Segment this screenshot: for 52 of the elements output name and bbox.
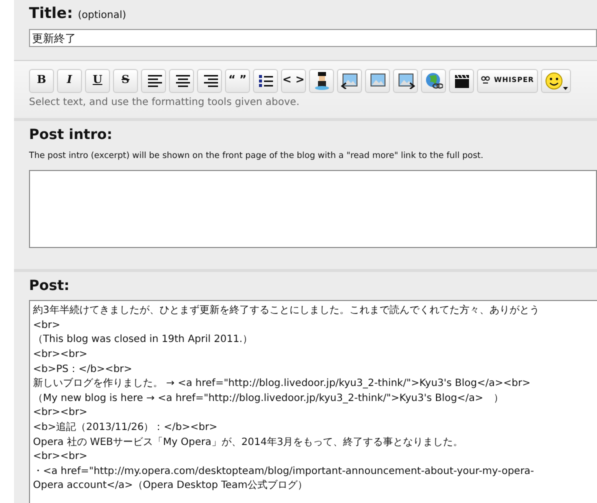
face-icon: [481, 76, 490, 85]
toolbar-button[interactable]: [197, 68, 222, 92]
smiley-icon: [544, 72, 563, 90]
post-field[interactable]: [29, 300, 597, 503]
post-text-line: <b>追記（2013/11/26）：</b><br>: [33, 421, 218, 435]
post-text-line: <br><br>: [33, 406, 88, 420]
format-button[interactable]: “ ”: [225, 68, 250, 92]
toolbar-button[interactable]: [421, 68, 446, 92]
post-text-line: Opera account</a>（Opera Desktop Team公式ブログ）: [33, 479, 308, 494]
toolbar-button[interactable]: [169, 68, 194, 92]
toolbar-button[interactable]: [449, 68, 474, 92]
align-right-icon: [202, 74, 218, 88]
toolbar-button[interactable]: [365, 68, 390, 92]
align-left-icon: [146, 74, 162, 88]
title-heading: Title:: [29, 3, 73, 24]
toolbar-button[interactable]: [541, 68, 572, 92]
post-intro-field[interactable]: [29, 170, 597, 248]
post-text-line: （My new blog is here → <a href="http://blog.livedoor.jp/kyu3_2-think/">Kyu3's Blog</a> ）: [33, 392, 504, 406]
title-input[interactable]: 更新終了: [29, 29, 597, 47]
post-text-line: （This blog was closed in 19th April 2011.）: [33, 333, 252, 348]
post-text-line: <br><br>: [33, 450, 88, 464]
figure-icon: [314, 72, 330, 90]
post-text-line: <br>: [33, 318, 60, 333]
post-text-line: 約3年半続けてきましたが、ひとまず更新を終了することにしました。これまで読んでくれてた方々、ありがとう: [33, 304, 540, 318]
clapperboard-icon: [454, 72, 470, 88]
picture-icon: [340, 72, 358, 88]
post-text-line: 新しいブログを作りました。 → <a href="http://blog.livedoor.jp/kyu3_2-think/">Kyu3's Blog</a><br>: [33, 377, 530, 392]
post-intro-heading: Post intro:: [29, 126, 114, 144]
format-button[interactable]: < >: [281, 68, 306, 92]
format-button[interactable]: B: [29, 68, 54, 92]
picture-icon: [396, 72, 414, 88]
toolbar-button[interactable]: [337, 68, 362, 92]
toolbar-button[interactable]: [141, 68, 166, 92]
post-text-line: <b>PS：</b><br>: [33, 362, 132, 377]
format-button[interactable]: I: [57, 68, 82, 92]
toolbar-button[interactable]: [253, 68, 278, 92]
list-icon: [258, 74, 274, 88]
toolbar-button[interactable]: [393, 68, 418, 92]
optional-note: (optional): [78, 9, 126, 23]
toolbar-hint: Select text, and use the formatting tools given above.: [29, 96, 300, 110]
globe-link-icon: [424, 72, 442, 90]
picture-icon: [368, 72, 386, 88]
post-text-line: <br><br>: [33, 348, 88, 362]
align-center-icon: [174, 74, 190, 88]
post-text-line: Opera 社の WEBサービス「My Opera」が、2014年3月をもって、終了する事となりました。: [33, 436, 464, 450]
format-button[interactable]: S: [113, 68, 138, 92]
post-text-line: ・<a href="http://my.opera.com/desktopteam/blog/important-announcement-about-your-my-opera-: [33, 464, 534, 479]
post-heading: Post:: [29, 277, 71, 296]
post-intro-description: The post intro (excerpt) will be shown on the front page of the blog with a "read more" link to the full post.: [29, 150, 484, 162]
caret-icon: [562, 86, 568, 90]
format-button[interactable]: U: [85, 68, 110, 92]
toolbar-button[interactable]: [309, 68, 334, 92]
